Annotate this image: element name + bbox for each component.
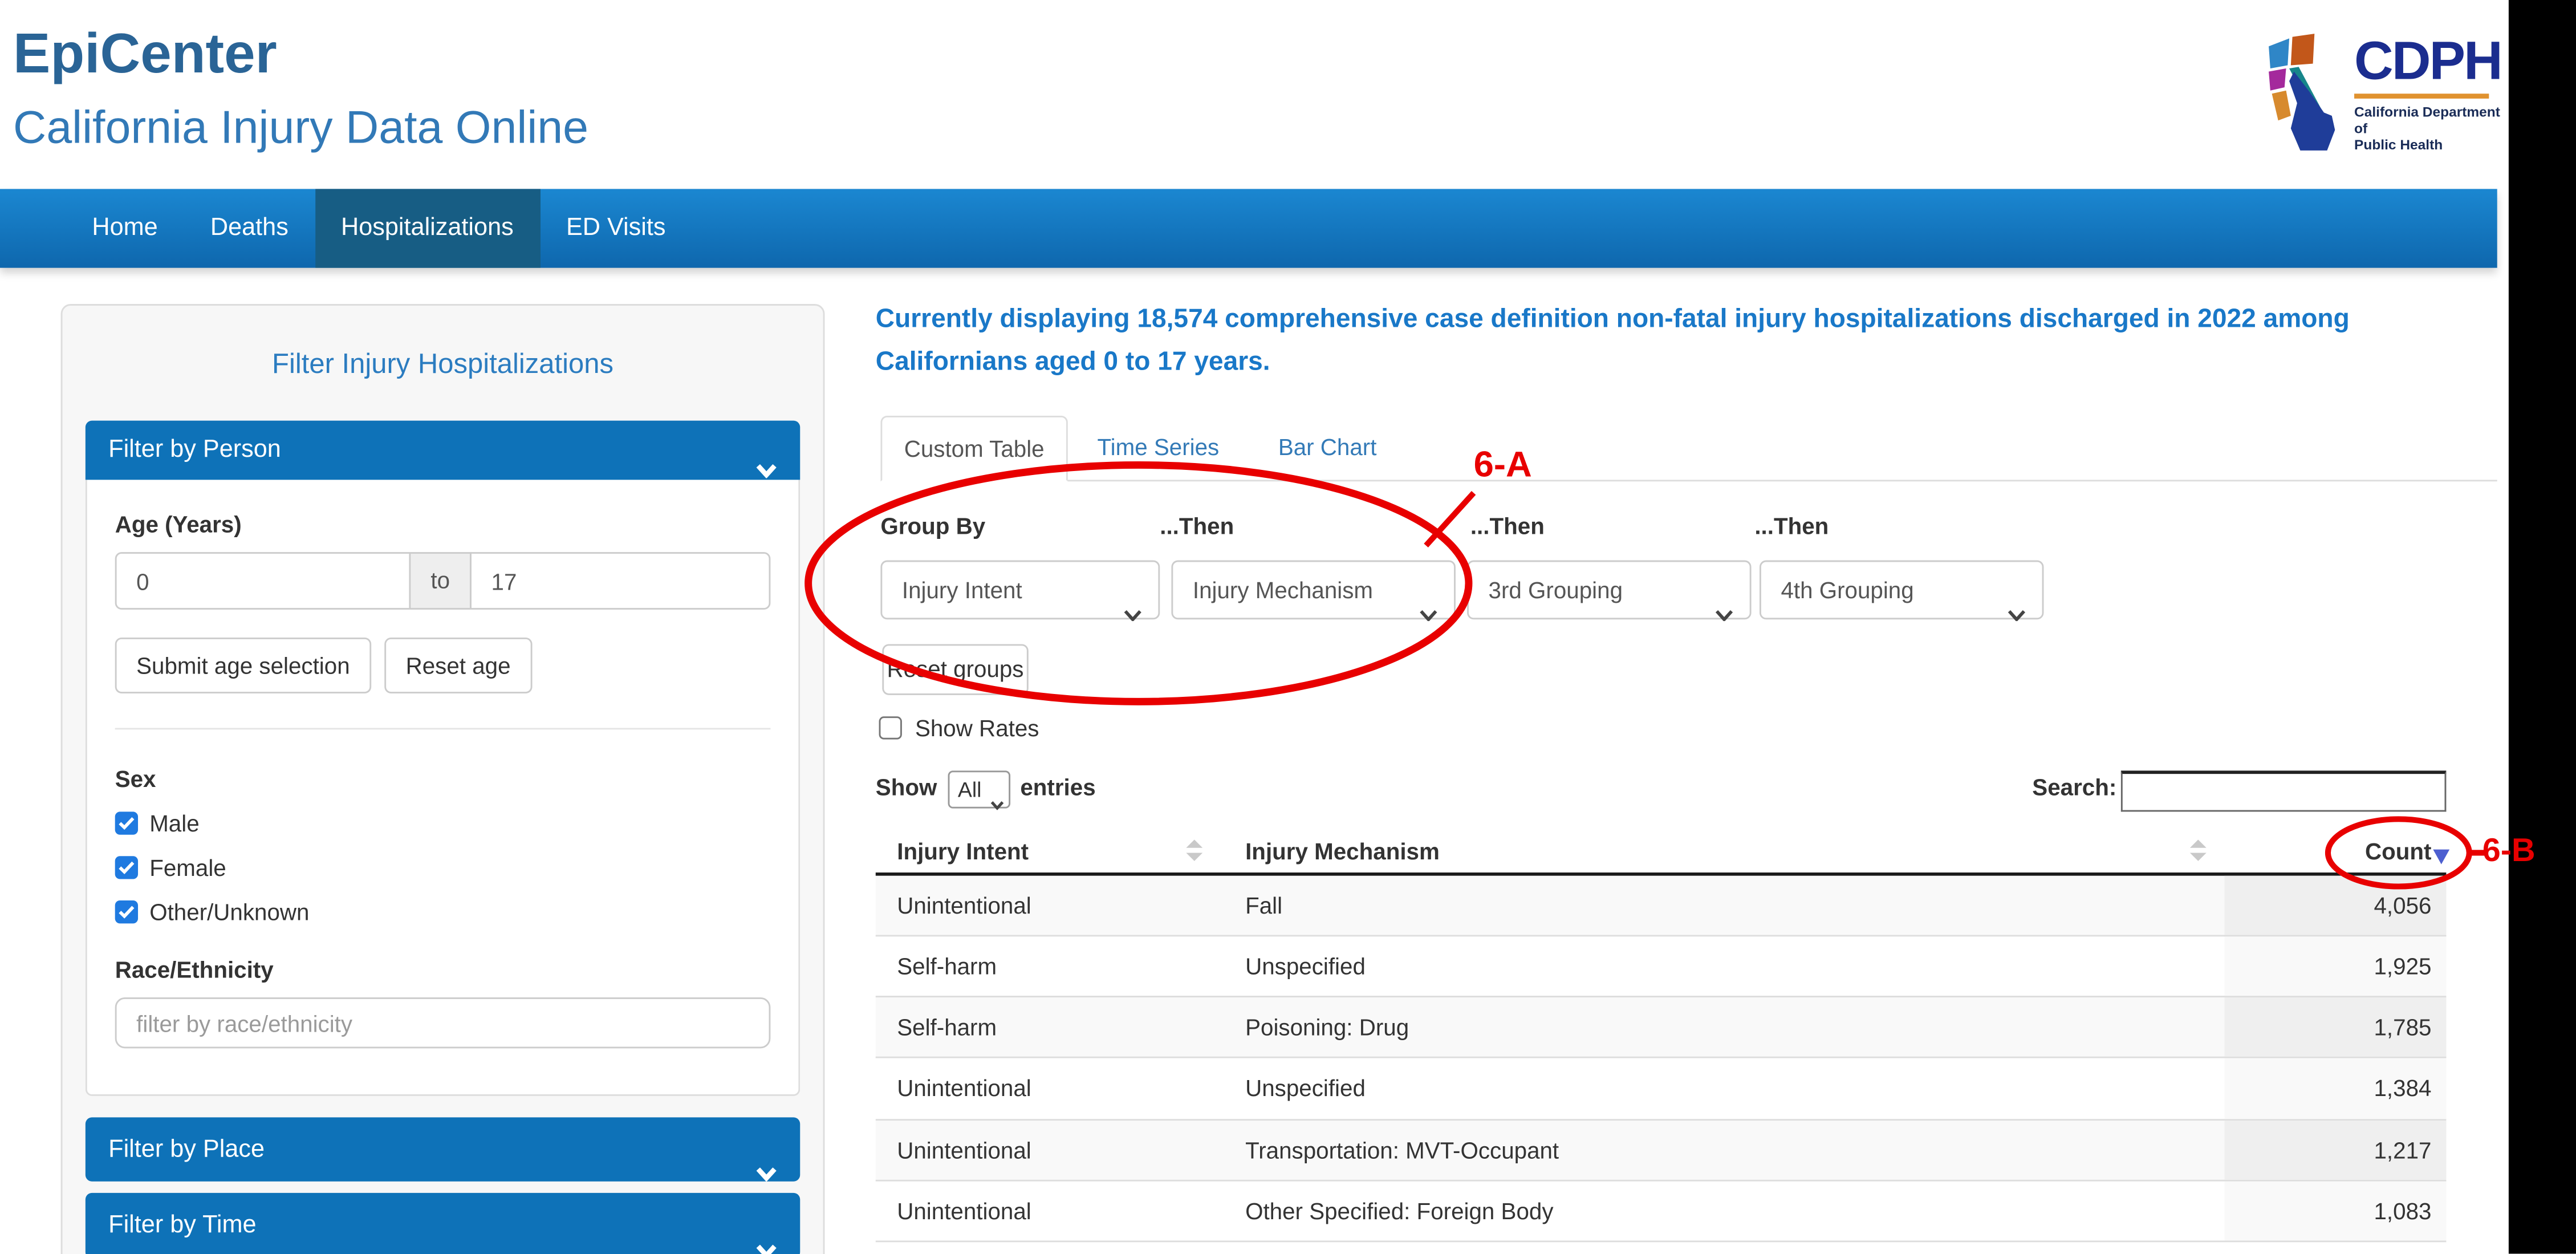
group-by-label: Group By [880, 513, 985, 539]
sex-option-other-unknown[interactable]: Other/Unknown [115, 899, 771, 925]
group-by-select-3[interactable]: 3rd Grouping [1467, 561, 1751, 620]
group-by-select-1[interactable]: Injury Intent [880, 561, 1160, 620]
cdph-org-line1: California Department of [2354, 104, 2501, 137]
summary-text-line2: Californians aged 0 to 17 years. [876, 348, 1270, 378]
summary-text-line1: Currently displaying 18,574 comprehensiv… [876, 306, 2350, 335]
column-header-count[interactable]: Count [2224, 838, 2431, 865]
nav-item-hospitalizations[interactable]: Hospitalizations [315, 189, 540, 267]
cdph-logo-text: CDPH California Department of Public Hea… [2354, 33, 2501, 163]
cdph-logo: CDPH California Department of Public Hea… [2267, 33, 2497, 163]
table-row: Self-harm Poisoning: Drug 1,785 [876, 998, 2447, 1059]
group-by-select-2[interactable]: Injury Mechanism [1171, 561, 1455, 620]
chevron-down-icon [755, 442, 777, 501]
age-max-input[interactable] [470, 552, 770, 610]
sidebar-title: Filter Injury Hospitalizations [62, 348, 823, 382]
page-size-select[interactable]: All [948, 770, 1010, 808]
page-subtitle: California Injury Data Online [13, 102, 588, 155]
entries-label: entries [1020, 774, 1095, 800]
age-separator: to [409, 552, 471, 610]
search-input[interactable] [2121, 770, 2447, 811]
tab-bar-chart[interactable]: Bar Chart [1270, 416, 1385, 481]
chevron-down-icon [2008, 585, 2026, 641]
race-ethnicity-input[interactable] [115, 997, 771, 1048]
show-rates-label: Show Rates [915, 715, 1039, 741]
column-header-injury-mechanism[interactable]: Injury Mechanism [1245, 838, 1440, 865]
chevron-down-icon [1715, 585, 1733, 641]
right-edge-strip [2509, 0, 2576, 1254]
table-row: Self-harm Unspecified 1,925 [876, 937, 2447, 998]
page-title: EpiCenter [13, 23, 277, 87]
cdph-org-line2: Public Health [2354, 137, 2501, 153]
tab-custom-table[interactable]: Custom Table [880, 416, 1067, 481]
submit-age-button[interactable]: Submit age selection [115, 638, 371, 693]
show-rates-checkbox[interactable] [879, 716, 902, 739]
age-label: Age (Years) [115, 511, 771, 537]
cdph-acronym: CDPH [2354, 33, 2501, 89]
sex-label: Sex [115, 766, 771, 792]
checkbox-checked-icon[interactable] [115, 856, 138, 879]
tab-time-series[interactable]: Time Series [1091, 416, 1225, 481]
nav-item-home[interactable]: Home [66, 189, 184, 267]
chevron-down-icon [1124, 585, 1142, 641]
filter-by-person-section: Filter by Person Age (Years) to Submit a… [86, 421, 800, 1096]
table-row: Unintentional Fall 4,056 [876, 876, 2447, 937]
then-label-3: ...Then [1754, 513, 1829, 539]
table-row: Unintentional Other Specified: Foreign B… [876, 1181, 2447, 1242]
chevron-down-icon [1420, 585, 1438, 641]
group-by-select-4[interactable]: 4th Grouping [1760, 561, 2043, 620]
chevron-down-icon [755, 1219, 777, 1254]
sex-option-female[interactable]: Female [115, 854, 771, 880]
results-table: Unintentional Fall 4,056 Self-harm Unspe… [876, 876, 2447, 1242]
column-header-injury-intent[interactable]: Injury Intent [897, 838, 1029, 865]
age-min-input[interactable] [115, 552, 411, 610]
main-nav: Home Deaths Hospitalizations ED Visits [0, 189, 2496, 267]
race-ethnicity-label: Race/Ethnicity [115, 956, 771, 983]
checkbox-checked-icon[interactable] [115, 811, 138, 834]
epicenter-page: EpiCenter California Injury Data Online … [0, 0, 2576, 1254]
then-label-1: ...Then [1160, 513, 1234, 539]
nav-item-ed-visits[interactable]: ED Visits [540, 189, 692, 267]
chevron-down-icon [990, 785, 1003, 820]
then-label-2: ...Then [1470, 513, 1545, 539]
table-row: Unintentional Unspecified 1,384 [876, 1059, 2447, 1120]
sex-option-male[interactable]: Male [115, 810, 771, 837]
filter-by-place-header[interactable]: Filter by Place [86, 1117, 800, 1181]
section-divider [115, 728, 771, 729]
search-label: Search: [2032, 774, 2116, 800]
reset-age-button[interactable]: Reset age [384, 638, 532, 693]
cdph-logo-rule [2354, 94, 2489, 99]
nav-item-deaths[interactable]: Deaths [184, 189, 315, 267]
reset-groups-button[interactable]: Reset groups [882, 644, 1028, 695]
sort-both-icon[interactable] [2190, 839, 2207, 861]
annotation-6a-label: 6-A [1474, 444, 1532, 486]
checkbox-checked-icon[interactable] [115, 900, 138, 923]
show-entries-label: Show [876, 774, 937, 800]
sort-descending-icon[interactable] [2433, 850, 2449, 865]
annotation-6b-label: 6-B [2482, 833, 2536, 871]
filter-by-person-header[interactable]: Filter by Person [86, 421, 800, 480]
filter-by-person-body: Age (Years) to Submit age selection Rese… [86, 480, 800, 1096]
table-row: Unintentional Transportation: MVT-Occupa… [876, 1120, 2447, 1181]
sort-both-icon[interactable] [1186, 839, 1202, 861]
cdph-state-icon [2267, 33, 2346, 163]
filter-by-time-header[interactable]: Filter by Time [86, 1193, 800, 1254]
age-range-group: to [115, 552, 771, 610]
filter-sidebar: Filter Injury Hospitalizations Filter by… [61, 304, 825, 1254]
